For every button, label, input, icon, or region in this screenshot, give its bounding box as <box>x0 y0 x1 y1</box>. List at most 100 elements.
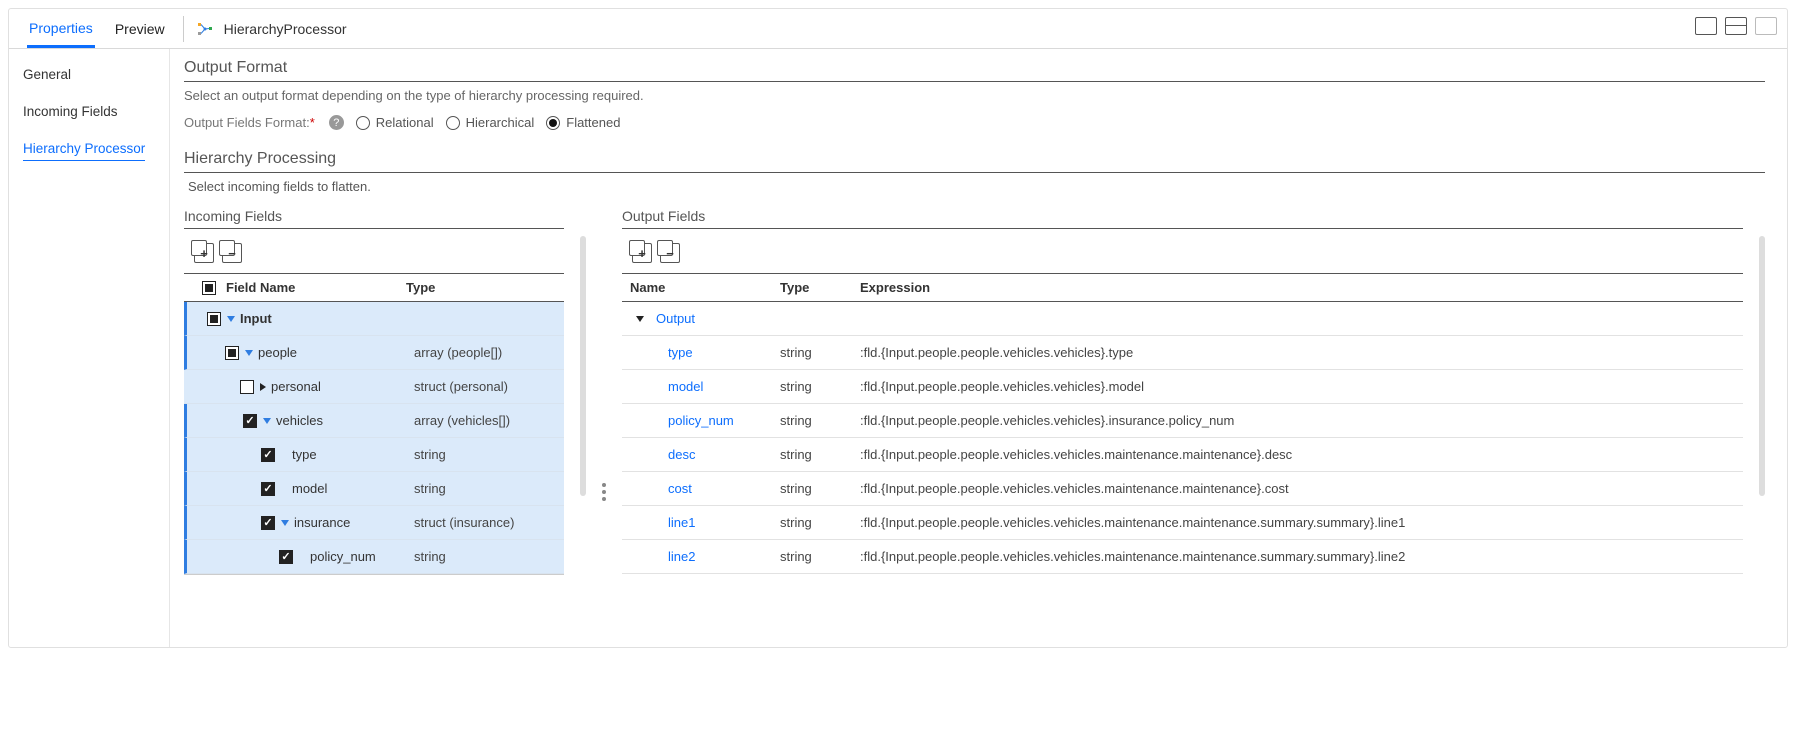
field-name: people <box>258 345 297 360</box>
row-checkbox[interactable] <box>240 380 254 394</box>
output-format-row: Output Fields Format:* ? Relational Hier… <box>184 115 1765 130</box>
output-expression: :fld.{Input.people.people.vehicles.vehic… <box>860 481 1743 496</box>
output-field-type: string <box>780 549 860 564</box>
collapse-icon[interactable] <box>636 316 644 322</box>
tree-row[interactable]: modelstring <box>184 472 564 506</box>
tree-row[interactable]: type string <box>184 438 564 472</box>
collapse-icon[interactable] <box>263 418 271 424</box>
incoming-tree: Input people array (people[]) personalstruc… <box>184 302 564 575</box>
expand-icon[interactable] <box>260 383 266 391</box>
incoming-column: Incoming Fields + − Field Name Type Inpu… <box>184 208 564 575</box>
scrollbar[interactable] <box>580 236 586 496</box>
output-row[interactable]: line2 string:fld.{Input.people.people.veh… <box>622 540 1743 574</box>
body: General Incoming Fields Hierarchy Proces… <box>9 49 1787 647</box>
output-row[interactable]: line1string:fld.{Input.people.people.veh… <box>622 506 1743 540</box>
header-name: Name <box>630 280 780 295</box>
output-row[interactable]: typestring:fld.{Input.people.people.vehi… <box>622 336 1743 370</box>
top-bar: Properties Preview HierarchyProcessor <box>9 9 1787 49</box>
row-checkbox[interactable] <box>279 550 293 564</box>
output-expression: :fld.{Input.people.people.vehicles.vehic… <box>860 549 1743 564</box>
field-type: struct (insurance) <box>414 515 564 530</box>
expand-all-button[interactable]: + <box>194 243 214 263</box>
field-name: policy_num <box>310 549 376 564</box>
output-field-name[interactable]: line1 <box>668 515 695 530</box>
header-type: Type <box>406 280 556 295</box>
radio-flattened[interactable]: Flattened <box>546 115 620 130</box>
page-title: HierarchyProcessor <box>224 21 347 37</box>
output-column: Output Fields + − Name Type Expression <box>622 208 1743 575</box>
field-type: array (vehicles[]) <box>414 413 564 428</box>
output-row[interactable]: policy_num string:fld.{Input.people.peopl… <box>622 404 1743 438</box>
field-type: string <box>414 549 564 564</box>
row-checkbox[interactable] <box>261 448 275 462</box>
output-root-label[interactable]: Output <box>656 311 695 326</box>
output-expression: :fld.{Input.people.people.vehicles.vehic… <box>860 379 1743 394</box>
incoming-title: Incoming Fields <box>184 208 564 229</box>
tab-properties[interactable]: Properties <box>27 10 95 48</box>
output-root-row[interactable]: Output <box>622 302 1743 336</box>
nav-hierarchy-processor[interactable]: Hierarchy Processor <box>23 141 145 161</box>
field-type: array (people[]) <box>414 345 564 360</box>
output-format-help: Select an output format depending on the… <box>184 88 1765 103</box>
separator <box>183 16 184 42</box>
output-field-type: string <box>780 413 860 428</box>
output-field-name[interactable]: line2 <box>668 549 695 564</box>
output-field-name[interactable]: type <box>668 345 693 360</box>
row-checkbox[interactable] <box>243 414 257 428</box>
window-layout-buttons <box>1695 17 1777 35</box>
field-name: vehicles <box>276 413 323 428</box>
output-row[interactable]: coststring:fld.{Input.people.people.vehi… <box>622 472 1743 506</box>
tree-row[interactable]: personalstruct (personal) <box>184 370 564 404</box>
output-field-name[interactable]: model <box>668 379 703 394</box>
column-resize-handle[interactable] <box>602 283 606 501</box>
layout-split-icon[interactable] <box>1725 17 1747 35</box>
top-tabs: Properties Preview <box>17 9 167 48</box>
row-checkbox[interactable] <box>225 346 239 360</box>
collapse-icon[interactable] <box>245 350 253 356</box>
output-field-name[interactable]: policy_num <box>668 413 734 428</box>
output-field-name[interactable]: desc <box>668 447 695 462</box>
output-rows: Output typestring:fld.{Input.people.peop… <box>622 302 1743 574</box>
help-icon[interactable]: ? <box>329 115 344 130</box>
output-row[interactable]: modelstring:fld.{Input.people.people.veh… <box>622 370 1743 404</box>
row-checkbox[interactable] <box>261 516 275 530</box>
tree-row[interactable]: policy_num string <box>184 540 564 574</box>
output-expression: :fld.{Input.people.people.vehicles.vehic… <box>860 345 1743 360</box>
field-name: model <box>292 481 327 496</box>
tree-row[interactable]: people array (people[]) <box>184 336 564 370</box>
expand-all-button[interactable]: + <box>632 243 652 263</box>
collapse-icon[interactable] <box>227 316 235 322</box>
scrollbar[interactable] <box>1759 236 1765 496</box>
layout-restore-icon[interactable] <box>1755 17 1777 35</box>
output-expression: :fld.{Input.people.people.vehicles.vehic… <box>860 447 1743 462</box>
tree-row[interactable]: insurancestruct (insurance) <box>184 506 564 540</box>
radio-icon <box>446 116 460 130</box>
nav-general[interactable]: General <box>23 67 155 82</box>
select-all-checkbox[interactable] <box>202 281 216 295</box>
collapse-all-button[interactable]: − <box>660 243 680 263</box>
output-field-type: string <box>780 447 860 462</box>
field-type: struct (personal) <box>414 379 564 394</box>
tree-row[interactable]: vehicles array (vehicles[]) <box>184 404 564 438</box>
radio-hierarchical[interactable]: Hierarchical <box>446 115 535 130</box>
row-checkbox[interactable] <box>261 482 275 496</box>
nav-incoming-fields[interactable]: Incoming Fields <box>23 104 155 119</box>
radio-relational[interactable]: Relational <box>356 115 434 130</box>
radio-icon <box>356 116 370 130</box>
row-checkbox[interactable] <box>207 312 221 326</box>
tree-row[interactable]: Input <box>184 302 564 336</box>
main-panel: Output Format Select an output format de… <box>169 49 1787 647</box>
output-row[interactable]: desc string:fld.{Input.people.people.vehi… <box>622 438 1743 472</box>
hierarchy-processing-help: Select incoming fields to flatten. <box>188 179 1765 194</box>
field-name: type <box>292 447 317 462</box>
incoming-header: Field Name Type <box>184 273 564 302</box>
output-expression: :fld.{Input.people.people.vehicles.vehic… <box>860 413 1743 428</box>
output-field-name[interactable]: cost <box>668 481 692 496</box>
output-expression: :fld.{Input.people.people.vehicles.vehic… <box>860 515 1743 530</box>
collapse-all-button[interactable]: − <box>222 243 242 263</box>
layout-single-icon[interactable] <box>1695 17 1717 35</box>
output-format-heading: Output Format <box>184 59 1765 82</box>
tab-preview[interactable]: Preview <box>113 11 167 46</box>
collapse-icon[interactable] <box>281 520 289 526</box>
field-type: string <box>414 447 564 462</box>
